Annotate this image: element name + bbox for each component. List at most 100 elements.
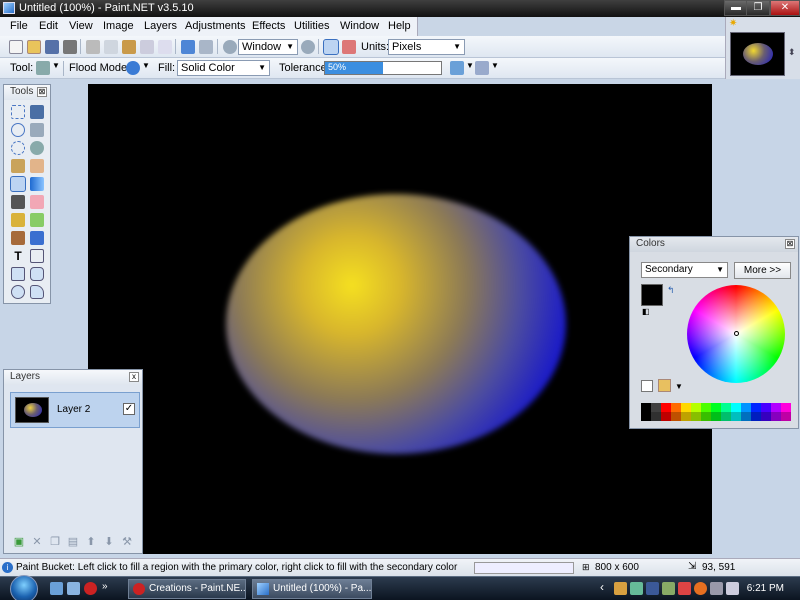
gradient-icon[interactable] bbox=[30, 177, 44, 191]
move-layer-down-icon[interactable]: ⬇ bbox=[102, 535, 116, 548]
switch-windows-icon[interactable] bbox=[67, 582, 80, 595]
tray-expand-icon[interactable]: ‹ bbox=[600, 580, 604, 594]
palette-swatch[interactable] bbox=[721, 403, 731, 412]
more-colors-button[interactable]: More >> bbox=[734, 262, 791, 279]
zoom-tool-icon[interactable] bbox=[30, 141, 44, 155]
move-selection-icon[interactable] bbox=[30, 123, 44, 137]
palette-swatch[interactable] bbox=[661, 412, 671, 421]
palette-swatch[interactable] bbox=[771, 412, 781, 421]
menu-edit[interactable]: Edit bbox=[39, 20, 58, 32]
palette-swatch[interactable] bbox=[691, 403, 701, 412]
chevron-down-icon[interactable]: ▼ bbox=[491, 61, 499, 70]
quick-launch-more-icon[interactable]: » bbox=[102, 581, 108, 592]
layers-close-button[interactable]: x bbox=[129, 372, 139, 382]
minimize-button[interactable]: ▬ bbox=[724, 0, 748, 16]
lasso-select-icon[interactable] bbox=[11, 123, 25, 137]
palette-swatch[interactable] bbox=[691, 412, 701, 421]
tray-app-icon[interactable] bbox=[678, 582, 691, 595]
palette-swatch[interactable] bbox=[751, 403, 761, 412]
tools-close-button[interactable]: ⊠ bbox=[37, 87, 47, 97]
menu-adjustments[interactable]: Adjustments bbox=[185, 20, 246, 32]
paintbrush-icon[interactable] bbox=[11, 195, 25, 209]
duplicate-layer-icon[interactable]: ❐ bbox=[48, 535, 62, 548]
palette-swatch[interactable] bbox=[701, 403, 711, 412]
palette-swatch[interactable] bbox=[781, 412, 791, 421]
clone-stamp-icon[interactable] bbox=[11, 231, 25, 245]
palette-swatch[interactable] bbox=[711, 412, 721, 421]
palette-swatch[interactable] bbox=[671, 412, 681, 421]
undo-icon[interactable] bbox=[181, 40, 195, 54]
menu-help[interactable]: Help bbox=[388, 20, 411, 32]
save-icon[interactable] bbox=[45, 40, 59, 54]
palette-swatch[interactable] bbox=[721, 412, 731, 421]
zoom-dropdown[interactable]: Window ▼ bbox=[238, 39, 298, 55]
menu-file[interactable]: File bbox=[10, 20, 28, 32]
menu-layers[interactable]: Layers bbox=[144, 20, 177, 32]
eraser-icon[interactable] bbox=[30, 195, 44, 209]
layer-row[interactable]: Layer 2 ✓ bbox=[10, 392, 140, 428]
ellipse-select-icon[interactable] bbox=[11, 141, 25, 155]
palette-swatch[interactable] bbox=[761, 403, 771, 412]
show-desktop-icon[interactable] bbox=[50, 582, 63, 595]
freeform-shape-icon[interactable] bbox=[30, 285, 44, 299]
palette-swatch[interactable] bbox=[731, 403, 741, 412]
tray-app-icon[interactable] bbox=[630, 582, 643, 595]
image-thumbnail[interactable] bbox=[730, 32, 785, 76]
palette-swatch[interactable] bbox=[711, 403, 721, 412]
opera-icon[interactable] bbox=[84, 582, 97, 595]
paint-bucket-icon[interactable] bbox=[10, 176, 26, 192]
crop-to-selection-icon[interactable] bbox=[140, 40, 154, 54]
delete-layer-icon[interactable]: ✕ bbox=[30, 535, 44, 548]
palette-swatch[interactable] bbox=[651, 412, 661, 421]
tray-app-icon[interactable] bbox=[694, 582, 707, 595]
color-picker-icon[interactable] bbox=[30, 213, 44, 227]
palette-swatch[interactable] bbox=[641, 403, 651, 412]
network-icon[interactable] bbox=[710, 582, 723, 595]
zoom-in-icon[interactable] bbox=[301, 40, 315, 54]
volume-icon[interactable] bbox=[726, 582, 739, 595]
palette-swatch[interactable] bbox=[751, 412, 761, 421]
chevron-down-icon[interactable]: ▼ bbox=[675, 382, 683, 391]
palette-menu-icon[interactable] bbox=[658, 379, 671, 392]
text-tool-icon[interactable]: T bbox=[11, 249, 25, 263]
zoom-out-icon[interactable] bbox=[223, 40, 237, 54]
palette-swatch[interactable] bbox=[701, 412, 711, 421]
recolor-icon[interactable] bbox=[30, 231, 44, 245]
add-layer-icon[interactable]: ▣ bbox=[12, 535, 26, 548]
chevron-down-icon[interactable]: ▼ bbox=[466, 61, 474, 70]
rounded-rectangle-icon[interactable] bbox=[30, 267, 44, 281]
move-selected-pixels-icon[interactable] bbox=[30, 105, 44, 119]
menu-utilities[interactable]: Utilities bbox=[294, 20, 329, 32]
tray-app-icon[interactable] bbox=[646, 582, 659, 595]
layer-visibility-checkbox[interactable]: ✓ bbox=[123, 403, 135, 415]
menu-image[interactable]: Image bbox=[103, 20, 134, 32]
ellipse-icon[interactable] bbox=[11, 285, 25, 299]
alpha-blending-icon[interactable] bbox=[475, 61, 489, 75]
menu-effects[interactable]: Effects bbox=[252, 20, 285, 32]
palette-swatch[interactable] bbox=[671, 403, 681, 412]
layer-properties-icon[interactable]: ⚒ bbox=[120, 535, 134, 548]
palette-swatch[interactable] bbox=[641, 412, 651, 421]
palette-swatch[interactable] bbox=[681, 403, 691, 412]
tray-app-icon[interactable] bbox=[662, 582, 675, 595]
reset-colors-icon[interactable]: ◧ bbox=[642, 307, 650, 316]
chevron-down-icon[interactable]: ▼ bbox=[52, 61, 60, 70]
image-canvas[interactable] bbox=[88, 84, 712, 554]
palette-swatch[interactable] bbox=[661, 403, 671, 412]
colors-close-button[interactable]: ⊠ bbox=[785, 239, 795, 249]
open-icon[interactable] bbox=[27, 40, 41, 54]
redo-icon[interactable] bbox=[199, 40, 213, 54]
palette-swatch[interactable] bbox=[741, 403, 751, 412]
pencil-icon[interactable] bbox=[11, 213, 25, 227]
add-to-palette-icon[interactable] bbox=[641, 380, 653, 392]
color-wheel[interactable] bbox=[687, 285, 785, 383]
pan-hand-icon[interactable] bbox=[30, 159, 44, 173]
rectangle-icon[interactable] bbox=[11, 267, 25, 281]
move-layer-up-icon[interactable]: ⬆ bbox=[84, 535, 98, 548]
primary-color-swatch[interactable] bbox=[641, 284, 663, 306]
paste-icon[interactable] bbox=[122, 40, 136, 54]
palette-swatch[interactable] bbox=[731, 412, 741, 421]
palette-swatch[interactable] bbox=[781, 403, 791, 412]
color-mode-dropdown[interactable]: Secondary ▼ bbox=[641, 262, 728, 278]
thumbnail-scroll-icon[interactable]: ⬍ bbox=[788, 47, 796, 58]
